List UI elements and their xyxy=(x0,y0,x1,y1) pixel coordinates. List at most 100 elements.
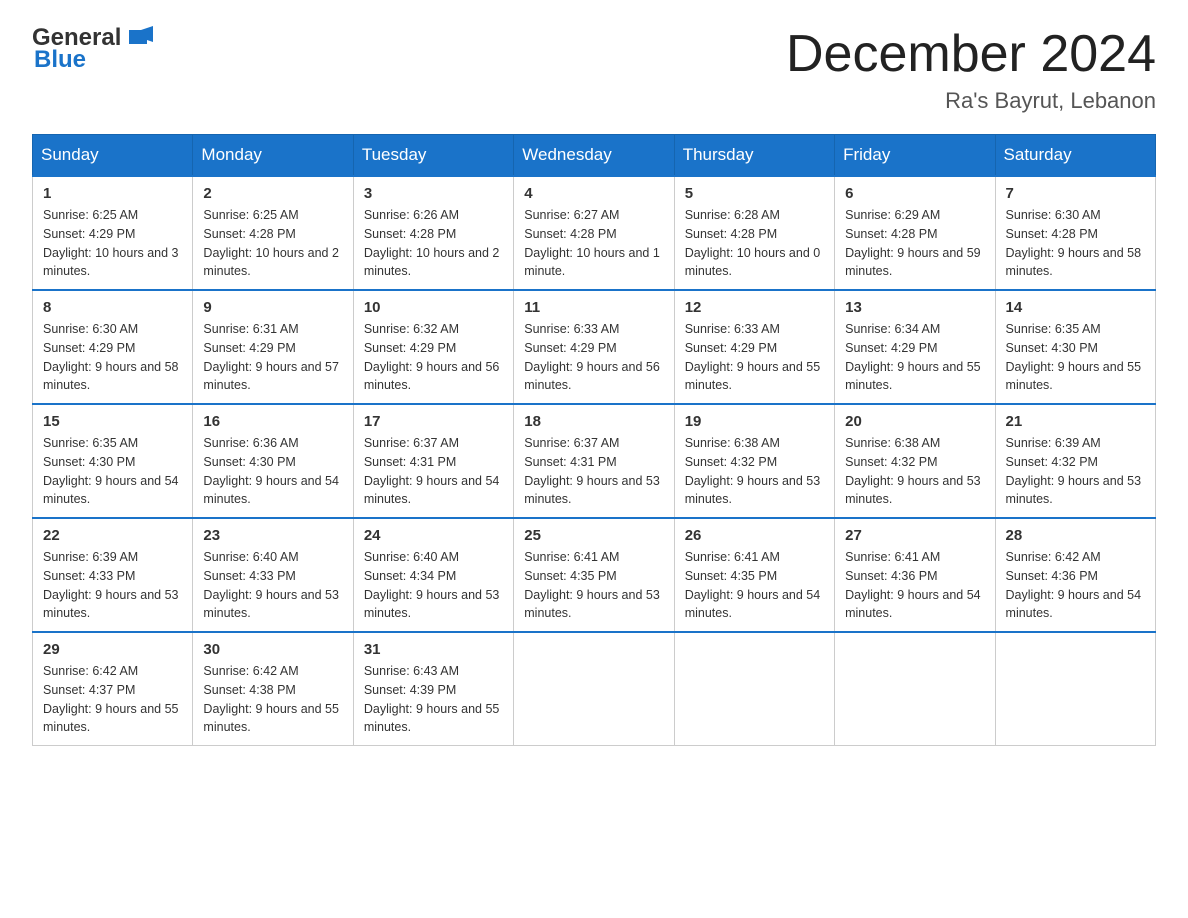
day-number: 23 xyxy=(203,527,342,544)
day-number: 19 xyxy=(685,413,824,430)
day-number: 1 xyxy=(43,185,182,202)
day-cell-5: 5 Sunrise: 6:28 AM Sunset: 4:28 PM Dayli… xyxy=(674,176,834,290)
day-info: Sunrise: 6:25 AM Sunset: 4:29 PM Dayligh… xyxy=(43,206,182,281)
day-info: Sunrise: 6:31 AM Sunset: 4:29 PM Dayligh… xyxy=(203,320,342,395)
day-cell-24: 24 Sunrise: 6:40 AM Sunset: 4:34 PM Dayl… xyxy=(353,518,513,632)
day-info: Sunrise: 6:39 AM Sunset: 4:32 PM Dayligh… xyxy=(1006,434,1145,509)
day-number: 6 xyxy=(845,185,984,202)
day-number: 28 xyxy=(1006,527,1145,544)
day-info: Sunrise: 6:42 AM Sunset: 4:37 PM Dayligh… xyxy=(43,662,182,737)
header-monday: Monday xyxy=(193,135,353,177)
day-info: Sunrise: 6:30 AM Sunset: 4:28 PM Dayligh… xyxy=(1006,206,1145,281)
day-cell-31: 31 Sunrise: 6:43 AM Sunset: 4:39 PM Dayl… xyxy=(353,632,513,746)
day-cell-23: 23 Sunrise: 6:40 AM Sunset: 4:33 PM Dayl… xyxy=(193,518,353,632)
day-cell-2: 2 Sunrise: 6:25 AM Sunset: 4:28 PM Dayli… xyxy=(193,176,353,290)
day-cell-1: 1 Sunrise: 6:25 AM Sunset: 4:29 PM Dayli… xyxy=(33,176,193,290)
week-row-3: 15 Sunrise: 6:35 AM Sunset: 4:30 PM Dayl… xyxy=(33,404,1156,518)
page-header: General Blue December 2024 Ra's Bayrut, … xyxy=(32,24,1156,114)
day-cell-19: 19 Sunrise: 6:38 AM Sunset: 4:32 PM Dayl… xyxy=(674,404,834,518)
day-info: Sunrise: 6:36 AM Sunset: 4:30 PM Dayligh… xyxy=(203,434,342,509)
empty-cell-w4-c3 xyxy=(514,632,674,746)
day-info: Sunrise: 6:42 AM Sunset: 4:36 PM Dayligh… xyxy=(1006,548,1145,623)
day-info: Sunrise: 6:37 AM Sunset: 4:31 PM Dayligh… xyxy=(364,434,503,509)
day-number: 25 xyxy=(524,527,663,544)
day-cell-29: 29 Sunrise: 6:42 AM Sunset: 4:37 PM Dayl… xyxy=(33,632,193,746)
day-number: 14 xyxy=(1006,299,1145,316)
day-number: 8 xyxy=(43,299,182,316)
day-number: 21 xyxy=(1006,413,1145,430)
logo-blue-text: Blue xyxy=(34,46,86,74)
day-cell-30: 30 Sunrise: 6:42 AM Sunset: 4:38 PM Dayl… xyxy=(193,632,353,746)
day-info: Sunrise: 6:35 AM Sunset: 4:30 PM Dayligh… xyxy=(43,434,182,509)
day-cell-15: 15 Sunrise: 6:35 AM Sunset: 4:30 PM Dayl… xyxy=(33,404,193,518)
empty-cell-w4-c4 xyxy=(674,632,834,746)
day-number: 11 xyxy=(524,299,663,316)
day-cell-13: 13 Sunrise: 6:34 AM Sunset: 4:29 PM Dayl… xyxy=(835,290,995,404)
week-row-2: 8 Sunrise: 6:30 AM Sunset: 4:29 PM Dayli… xyxy=(33,290,1156,404)
empty-cell-w4-c5 xyxy=(835,632,995,746)
day-info: Sunrise: 6:40 AM Sunset: 4:33 PM Dayligh… xyxy=(203,548,342,623)
day-cell-10: 10 Sunrise: 6:32 AM Sunset: 4:29 PM Dayl… xyxy=(353,290,513,404)
day-cell-21: 21 Sunrise: 6:39 AM Sunset: 4:32 PM Dayl… xyxy=(995,404,1155,518)
day-info: Sunrise: 6:26 AM Sunset: 4:28 PM Dayligh… xyxy=(364,206,503,281)
week-row-4: 22 Sunrise: 6:39 AM Sunset: 4:33 PM Dayl… xyxy=(33,518,1156,632)
day-number: 24 xyxy=(364,527,503,544)
day-info: Sunrise: 6:43 AM Sunset: 4:39 PM Dayligh… xyxy=(364,662,503,737)
day-cell-26: 26 Sunrise: 6:41 AM Sunset: 4:35 PM Dayl… xyxy=(674,518,834,632)
day-number: 29 xyxy=(43,641,182,658)
calendar-table: SundayMondayTuesdayWednesdayThursdayFrid… xyxy=(32,134,1156,746)
day-number: 31 xyxy=(364,641,503,658)
day-cell-16: 16 Sunrise: 6:36 AM Sunset: 4:30 PM Dayl… xyxy=(193,404,353,518)
day-info: Sunrise: 6:38 AM Sunset: 4:32 PM Dayligh… xyxy=(685,434,824,509)
logo: General Blue xyxy=(32,24,153,74)
day-info: Sunrise: 6:42 AM Sunset: 4:38 PM Dayligh… xyxy=(203,662,342,737)
day-info: Sunrise: 6:28 AM Sunset: 4:28 PM Dayligh… xyxy=(685,206,824,281)
day-cell-28: 28 Sunrise: 6:42 AM Sunset: 4:36 PM Dayl… xyxy=(995,518,1155,632)
day-number: 20 xyxy=(845,413,984,430)
day-info: Sunrise: 6:25 AM Sunset: 4:28 PM Dayligh… xyxy=(203,206,342,281)
day-info: Sunrise: 6:38 AM Sunset: 4:32 PM Dayligh… xyxy=(845,434,984,509)
day-info: Sunrise: 6:33 AM Sunset: 4:29 PM Dayligh… xyxy=(685,320,824,395)
header-saturday: Saturday xyxy=(995,135,1155,177)
day-info: Sunrise: 6:37 AM Sunset: 4:31 PM Dayligh… xyxy=(524,434,663,509)
day-cell-14: 14 Sunrise: 6:35 AM Sunset: 4:30 PM Dayl… xyxy=(995,290,1155,404)
week-row-1: 1 Sunrise: 6:25 AM Sunset: 4:29 PM Dayli… xyxy=(33,176,1156,290)
day-info: Sunrise: 6:41 AM Sunset: 4:35 PM Dayligh… xyxy=(524,548,663,623)
day-number: 18 xyxy=(524,413,663,430)
day-number: 9 xyxy=(203,299,342,316)
day-cell-12: 12 Sunrise: 6:33 AM Sunset: 4:29 PM Dayl… xyxy=(674,290,834,404)
day-number: 12 xyxy=(685,299,824,316)
day-number: 15 xyxy=(43,413,182,430)
day-number: 17 xyxy=(364,413,503,430)
header-sunday: Sunday xyxy=(33,135,193,177)
location-subtitle: Ra's Bayrut, Lebanon xyxy=(786,88,1156,114)
day-info: Sunrise: 6:40 AM Sunset: 4:34 PM Dayligh… xyxy=(364,548,503,623)
day-info: Sunrise: 6:34 AM Sunset: 4:29 PM Dayligh… xyxy=(845,320,984,395)
day-info: Sunrise: 6:30 AM Sunset: 4:29 PM Dayligh… xyxy=(43,320,182,395)
day-number: 4 xyxy=(524,185,663,202)
title-area: December 2024 Ra's Bayrut, Lebanon xyxy=(786,24,1156,114)
day-info: Sunrise: 6:27 AM Sunset: 4:28 PM Dayligh… xyxy=(524,206,663,281)
empty-cell-w4-c6 xyxy=(995,632,1155,746)
day-number: 16 xyxy=(203,413,342,430)
day-number: 27 xyxy=(845,527,984,544)
day-cell-8: 8 Sunrise: 6:30 AM Sunset: 4:29 PM Dayli… xyxy=(33,290,193,404)
header-wednesday: Wednesday xyxy=(514,135,674,177)
day-cell-27: 27 Sunrise: 6:41 AM Sunset: 4:36 PM Dayl… xyxy=(835,518,995,632)
day-cell-11: 11 Sunrise: 6:33 AM Sunset: 4:29 PM Dayl… xyxy=(514,290,674,404)
day-info: Sunrise: 6:41 AM Sunset: 4:36 PM Dayligh… xyxy=(845,548,984,623)
day-cell-4: 4 Sunrise: 6:27 AM Sunset: 4:28 PM Dayli… xyxy=(514,176,674,290)
calendar-header-row: SundayMondayTuesdayWednesdayThursdayFrid… xyxy=(33,135,1156,177)
day-info: Sunrise: 6:35 AM Sunset: 4:30 PM Dayligh… xyxy=(1006,320,1145,395)
day-number: 7 xyxy=(1006,185,1145,202)
day-number: 2 xyxy=(203,185,342,202)
day-cell-18: 18 Sunrise: 6:37 AM Sunset: 4:31 PM Dayl… xyxy=(514,404,674,518)
day-number: 10 xyxy=(364,299,503,316)
day-info: Sunrise: 6:32 AM Sunset: 4:29 PM Dayligh… xyxy=(364,320,503,395)
day-number: 22 xyxy=(43,527,182,544)
day-info: Sunrise: 6:29 AM Sunset: 4:28 PM Dayligh… xyxy=(845,206,984,281)
logo-flag-icon xyxy=(123,22,153,52)
day-info: Sunrise: 6:33 AM Sunset: 4:29 PM Dayligh… xyxy=(524,320,663,395)
header-thursday: Thursday xyxy=(674,135,834,177)
day-number: 3 xyxy=(364,185,503,202)
